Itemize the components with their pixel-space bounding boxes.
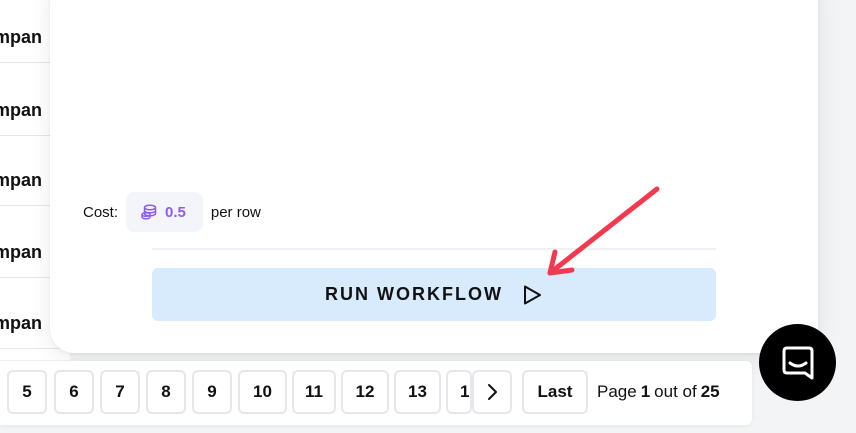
page-info: Page 1 out of 25 [597, 370, 724, 414]
last-page-button[interactable]: Last [522, 370, 588, 414]
page-info-prefix: Page [597, 382, 637, 401]
page-9-button[interactable]: 9 [192, 370, 232, 414]
cost-value: 0.5 [165, 203, 186, 221]
company-cell: mpan [0, 241, 43, 262]
chat-icon [782, 346, 813, 379]
page-10-button[interactable]: 10 [238, 370, 287, 414]
cost-badge: 0.5 [126, 192, 203, 232]
company-cell: mpan [0, 312, 43, 333]
cost-unit: per row [210, 203, 261, 221]
page-5-button[interactable]: 5 [7, 370, 47, 414]
page-13-button[interactable]: 13 [394, 370, 441, 414]
page-11-button[interactable]: 11 [292, 370, 336, 414]
workflow-panel: Cost: 0.5 per row RUN WORKFLOW [50, 0, 818, 353]
page-14-button[interactable]: 1 [446, 370, 472, 414]
run-workflow-label: RUN WORKFLOW [325, 284, 503, 304]
annotation-arrow [547, 186, 660, 276]
play-icon [523, 285, 541, 304]
chevron-right-icon [488, 384, 497, 400]
page-8-button[interactable]: 8 [146, 370, 186, 414]
next-page-button[interactable] [472, 370, 512, 414]
coins-icon [141, 204, 157, 220]
page-12-button[interactable]: 12 [341, 370, 389, 414]
total-pages: 25 [700, 382, 720, 401]
current-page: 1 [640, 382, 651, 401]
company-cell: mpan [0, 99, 43, 120]
cost-label: Cost: [83, 203, 119, 221]
page-7-button[interactable]: 7 [100, 370, 140, 414]
chat-launcher-button[interactable] [759, 324, 836, 401]
company-cell: mpan [0, 169, 43, 190]
cost-row: Cost: 0.5 per row [83, 192, 261, 232]
pagination: 5 6 7 8 9 10 11 12 13 1 Last Page 1 out … [0, 361, 752, 425]
page-6-button[interactable]: 6 [54, 370, 94, 414]
page-info-middle: out of [654, 382, 697, 401]
company-cell: mpan [0, 26, 43, 47]
